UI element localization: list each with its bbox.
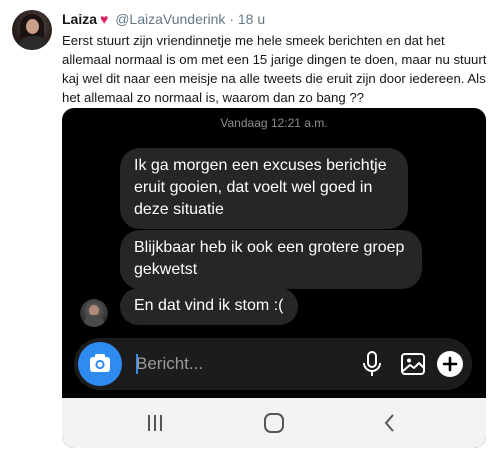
camera-button[interactable]: [78, 342, 122, 386]
message-composer: [74, 338, 472, 390]
tweet-header: Laiza ♥ @LaizaVunderink · 18 u: [62, 11, 265, 27]
dm-screenshot: Vandaag 12:21 a.m. Ik ga morgen een excu…: [62, 108, 486, 448]
tweet-timestamp[interactable]: 18 u: [238, 11, 265, 27]
tweet-separator: ·: [229, 11, 234, 27]
chat-date-label: Vandaag 12:21 a.m.: [220, 116, 328, 130]
tweet-author-handle[interactable]: @LaizaVunderink: [115, 11, 225, 27]
gallery-icon[interactable]: [400, 351, 426, 377]
message-bubble: Blijkbaar heb ik ook een grotere groep g…: [120, 230, 422, 289]
back-icon[interactable]: [382, 413, 398, 433]
message-input[interactable]: [136, 352, 316, 376]
recent-apps-icon[interactable]: [146, 414, 164, 432]
plus-icon[interactable]: [436, 350, 464, 378]
tweet-author-name[interactable]: Laiza: [62, 11, 97, 27]
camera-icon: [90, 354, 110, 372]
android-navigation-bar: [62, 398, 486, 448]
heart-icon: ♥: [100, 11, 109, 27]
microphone-icon[interactable]: [360, 350, 384, 378]
message-bubble: Ik ga morgen een excuses berichtje eruit…: [120, 148, 408, 229]
profile-avatar[interactable]: [12, 10, 52, 50]
sender-avatar[interactable]: [80, 299, 108, 327]
home-icon[interactable]: [263, 412, 285, 434]
tweet-text: Eerst stuurt zijn vriendinnetje me hele …: [62, 33, 487, 105]
message-bubble: En dat vind ik stom :(: [120, 288, 298, 325]
